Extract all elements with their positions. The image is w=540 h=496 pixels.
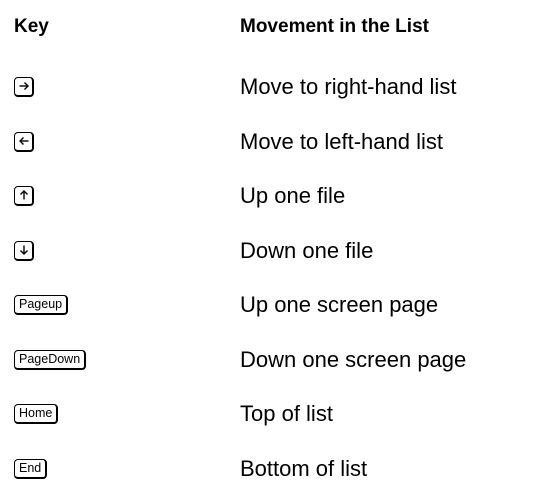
home-key: Home — [14, 404, 58, 424]
movement-description: Move to left-hand list — [240, 129, 443, 155]
table-body: Move to right-hand list Move to left-han… — [0, 60, 540, 496]
key-cell: End — [14, 459, 47, 481]
right-arrow-key-icon — [14, 77, 34, 97]
table-row: Down one file — [0, 224, 540, 279]
key-cell: Pageup — [14, 295, 68, 317]
pagedown-key: PageDown — [14, 350, 86, 370]
key-cell: PageDown — [14, 350, 86, 372]
movement-description: Top of list — [240, 401, 333, 427]
movement-description: Move to right-hand list — [240, 74, 456, 100]
key-cell: Home — [14, 404, 58, 426]
key-cell — [14, 77, 34, 99]
pageup-key: Pageup — [14, 295, 68, 315]
movement-description: Up one screen page — [240, 292, 438, 318]
table-row: Up one file — [0, 169, 540, 224]
movement-description: Down one screen page — [240, 347, 466, 373]
up-arrow-key-icon — [14, 186, 34, 206]
down-arrow-key-icon — [14, 241, 34, 261]
left-arrow-key-icon — [14, 132, 34, 152]
table-row: Home Top of list — [0, 387, 540, 442]
key-column-heading: Key — [14, 16, 49, 38]
table-row: Pageup Up one screen page — [0, 278, 540, 333]
key-cell — [14, 186, 34, 208]
table-row: Move to right-hand list — [0, 60, 540, 115]
movement-column-heading: Movement in the List — [240, 16, 429, 38]
key-cell — [14, 241, 34, 263]
key-cell — [14, 132, 34, 154]
table-row: PageDown Down one screen page — [0, 333, 540, 388]
movement-description: Down one file — [240, 238, 373, 264]
key-movement-table: Key Movement in the List Move to right-h… — [0, 0, 540, 488]
movement-description: Bottom of list — [240, 456, 367, 482]
table-header: Key Movement in the List — [0, 12, 540, 42]
end-key: End — [14, 459, 47, 479]
movement-description: Up one file — [240, 183, 345, 209]
table-row: Move to left-hand list — [0, 115, 540, 170]
